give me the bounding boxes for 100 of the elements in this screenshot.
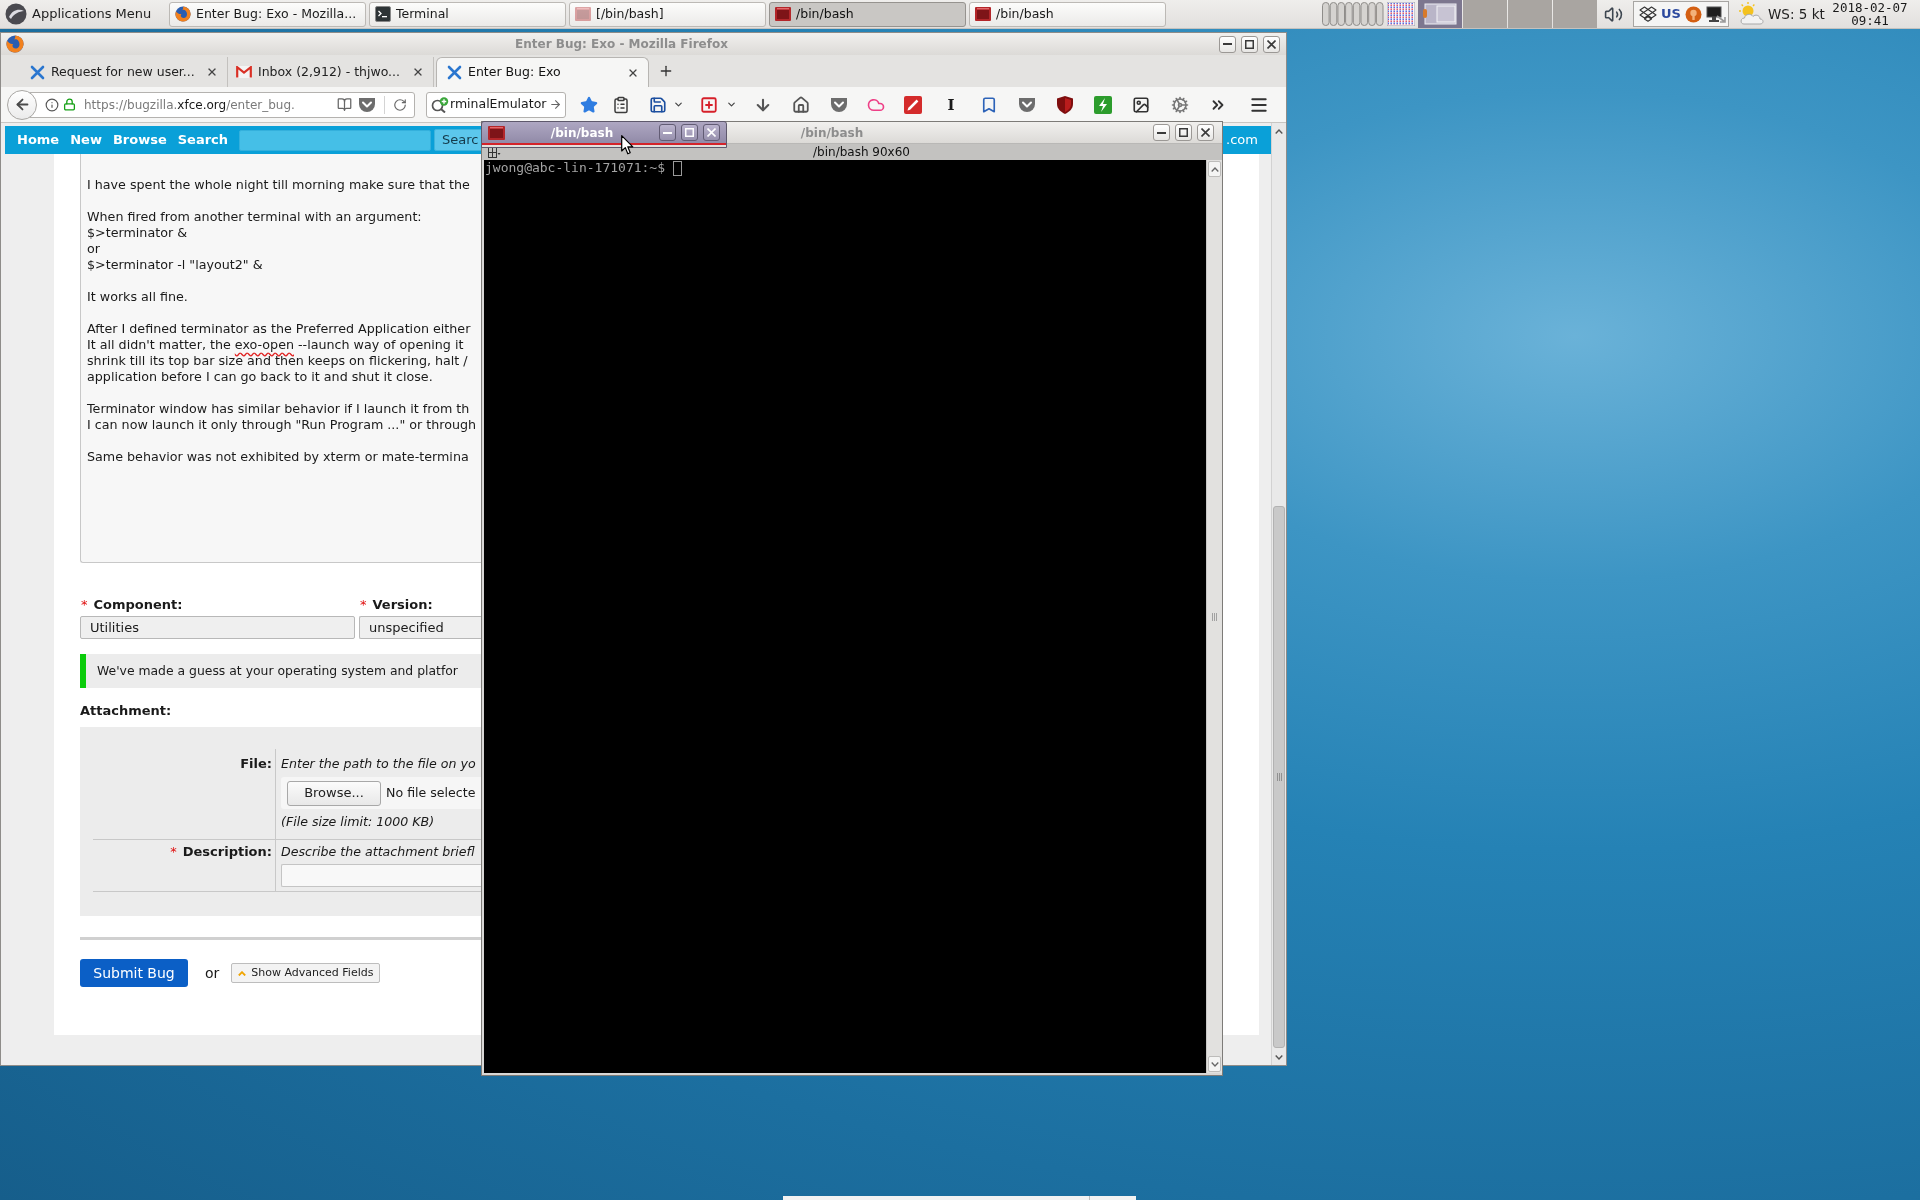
field-select[interactable]: Utilities [80, 616, 355, 639]
description-label: * Description: [170, 844, 272, 860]
attachment-description-field[interactable] [281, 864, 481, 887]
workspace-button[interactable] [1418, 0, 1462, 28]
bookmark-icon[interactable] [980, 95, 998, 114]
close-button[interactable] [1197, 124, 1214, 141]
show-advanced-button[interactable]: Show Advanced Fields [231, 963, 381, 983]
plus-square-icon[interactable] [700, 95, 718, 114]
cross-icon [30, 64, 45, 80]
clock-date[interactable]: 2018-02-07 [1832, 1, 1908, 14]
mouse-pointer-icon [621, 135, 634, 155]
file-hint: Enter the path to the file on yo [281, 756, 476, 772]
close-tab-icon[interactable] [412, 66, 424, 78]
task-button[interactable]: /bin/bash [769, 1, 966, 27]
browser-logo-icon [6, 35, 24, 53]
minimize-button[interactable] [1219, 35, 1236, 53]
back-button[interactable] [7, 89, 37, 120]
task-button[interactable]: /bin/bash [969, 1, 1166, 27]
window-title: /bin/bash [550, 124, 614, 142]
file-size-note: (File size limit: 1000 KB) [281, 814, 435, 830]
chevron-down-icon [1275, 1054, 1283, 1060]
no-file-text: No file selecte [386, 783, 476, 802]
scroll-down-button[interactable] [1208, 1056, 1221, 1072]
letter-button[interactable]: I [943, 95, 959, 114]
keyboard-layout-indicator[interactable]: US [1661, 6, 1681, 22]
file-label: File: [240, 756, 272, 772]
open-box-icon[interactable] [1639, 6, 1657, 22]
task-button[interactable]: [/bin/bash] [569, 1, 766, 27]
layout-grid-icon[interactable] [488, 146, 501, 158]
chevron-up-icon [1275, 128, 1283, 134]
go-arrow-icon[interactable] [549, 98, 562, 111]
field-label: * Component: [80, 597, 183, 612]
lightning-icon[interactable] [1094, 95, 1112, 114]
field-select[interactable]: unspecified [359, 616, 481, 639]
description-hint: Describe the attachment briefl [281, 844, 475, 860]
browser-tab[interactable]: Enter Bug: Exo [436, 57, 649, 87]
keyhole-icon[interactable] [1684, 5, 1702, 23]
new-tab-icon[interactable] [658, 63, 674, 79]
close-button[interactable] [1263, 35, 1280, 53]
clipboard-icon[interactable] [612, 95, 630, 114]
close-tab-icon[interactable] [206, 66, 218, 78]
minimize-button[interactable] [659, 124, 676, 141]
maximize-button[interactable] [681, 124, 698, 141]
info-icon[interactable] [45, 97, 59, 112]
clock-time[interactable]: 09:41 [1851, 14, 1889, 27]
monitor-icon[interactable] [1705, 5, 1726, 23]
chevron-up-icon [1210, 166, 1219, 172]
reload-icon[interactable] [393, 97, 407, 112]
sun-cloud-icon [1738, 2, 1765, 26]
field-label: * Version: [359, 597, 433, 612]
os-guess-notice: We've made a guess at your operating system and platfor [80, 654, 481, 688]
scrollbar-thumb[interactable] [1273, 506, 1285, 1048]
maximize-icon [685, 128, 694, 137]
star-icon[interactable] [580, 95, 598, 114]
close-button[interactable] [703, 124, 720, 141]
close-icon [1201, 128, 1210, 137]
minimize-icon [1223, 43, 1232, 45]
submit-bug-button[interactable]: Submit Bug [80, 959, 188, 987]
close-icon [707, 128, 716, 137]
maximize-button[interactable] [1241, 35, 1258, 53]
segment-meter-icon [1322, 2, 1384, 26]
window-thumbnail-icon [1423, 3, 1457, 25]
nav-search-field[interactable] [239, 129, 432, 151]
browse-button[interactable]: Browse... [287, 780, 381, 806]
grip-icon [1276, 773, 1282, 781]
lock-icon [63, 98, 76, 111]
scroll-up-button[interactable] [1208, 161, 1221, 177]
menu-logo-icon [5, 3, 27, 25]
home-icon[interactable] [792, 95, 810, 114]
url-field[interactable]: https://bugzilla.xfce.org/enter_bug. [29, 91, 415, 118]
shield-chevron-icon[interactable] [1018, 96, 1036, 113]
shield-chevron-icon[interactable] [358, 96, 376, 113]
task-button[interactable]: Enter Bug: Exo - Mozilla... [169, 1, 366, 27]
gear-icon[interactable] [1171, 95, 1189, 114]
pen-square-icon[interactable] [904, 95, 922, 114]
reader-view-icon[interactable] [337, 97, 352, 112]
nav-search-button[interactable]: Searc [434, 129, 483, 151]
terminal-screen[interactable]: jwong@abc-lin-171071:~$ [484, 160, 1206, 1073]
dropdown-caret-icon[interactable] [726, 99, 737, 110]
maximize-icon [1245, 39, 1254, 49]
dropdown-caret-icon[interactable] [673, 99, 684, 110]
weather-reading: WS: 5 kt [1768, 4, 1825, 24]
maximize-button[interactable] [1175, 124, 1192, 141]
search-field[interactable]: rminalEmulator [426, 91, 566, 118]
dot-graph-icon [1387, 2, 1415, 26]
task-button[interactable]: Terminal [369, 1, 566, 27]
image-icon[interactable] [1132, 95, 1150, 114]
shield-icon[interactable] [1057, 95, 1073, 114]
description-field[interactable]: I have spent the whole night till morning make sure that the When fired from another terminal with an argument: $>terminator & or $>terminator -l "layout2" & It works all fine. After I defined terminator as the Preferred Application either It all didn't matter, the exo-open --launch way of opening it shrink till its top bar size and then keeps on flickering, halt / application before I can go back to it and shut it close. Terminator window has similar behavior if I launch it from th I can now launch it only through "Run Program ..." or through Same behavior was not exhibited by xterm or mate-termina [80, 154, 481, 563]
speaker-icon[interactable] [1604, 4, 1623, 24]
minimize-icon [1157, 131, 1166, 134]
grip-icon [1212, 612, 1217, 621]
applications-menu-button[interactable]: Applications Menu [3, 0, 156, 28]
minimize-button[interactable] [1153, 124, 1170, 141]
maximize-icon [1179, 128, 1188, 137]
pane-title: /bin/bash 90x60 [813, 145, 910, 159]
or-text: or [205, 963, 220, 983]
shield-chevron-icon[interactable] [830, 96, 848, 113]
chevron-down-icon [1210, 1061, 1219, 1067]
close-icon [1267, 39, 1276, 49]
